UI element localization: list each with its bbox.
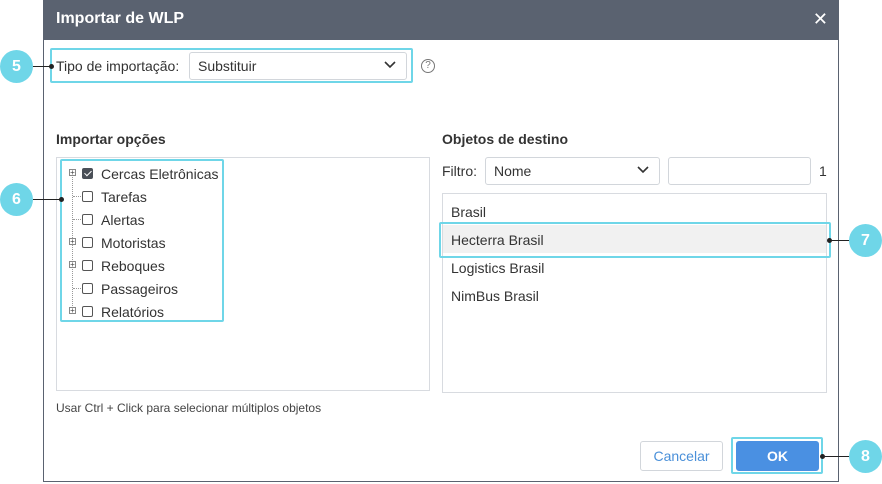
callout-7-connector — [829, 240, 849, 241]
tree-item-label: Tarefas — [101, 189, 147, 205]
tree-item-checkbox[interactable] — [82, 306, 93, 317]
tree-item[interactable]: + Reboques — [57, 256, 357, 276]
tree-item[interactable]: Tarefas — [57, 187, 357, 207]
tree-item[interactable]: + Cercas Eletrônicas — [57, 164, 357, 184]
destination-object-item[interactable]: Brasil — [443, 197, 826, 225]
ok-button[interactable]: OK — [736, 441, 819, 471]
filter-field-select[interactable]: Nome — [485, 157, 660, 185]
tree-item-label: Alertas — [101, 212, 145, 228]
tree-item-checkbox[interactable] — [82, 283, 93, 294]
help-icon[interactable]: ? — [421, 59, 435, 73]
callout-8-connector — [822, 456, 849, 457]
callout-7-dot — [827, 238, 832, 243]
expand-plus-icon[interactable]: + — [69, 169, 76, 177]
tree-item-label: Reboques — [101, 258, 165, 274]
destination-object-item[interactable]: NimBus Brasil — [443, 281, 826, 309]
expand-plus-icon[interactable]: + — [69, 307, 76, 315]
tree-item-checkbox[interactable] — [82, 237, 93, 248]
tree-item-label: Motoristas — [101, 235, 166, 251]
destination-heading: Objetos de destino — [442, 131, 569, 147]
options-tree-panel: + Cercas Eletrônicas Tarefas Alertas + Motori… — [56, 157, 430, 391]
dialog-titlebar: Importar de WLP ✕ — [44, 0, 838, 40]
tree-item-label: Relatórios — [101, 304, 165, 320]
tree-item-label: Passageiros — [101, 281, 179, 297]
objects-count: 1 — [819, 163, 827, 179]
tree-item-checkbox[interactable] — [82, 191, 93, 202]
filter-input[interactable] — [668, 157, 811, 185]
tree-item[interactable]: Passageiros — [57, 279, 357, 299]
destination-object-item[interactable]: Logistics Brasil — [443, 253, 826, 281]
tree-item-checkbox[interactable] — [82, 260, 93, 271]
tree-item-checkbox[interactable] — [82, 214, 93, 225]
close-icon[interactable]: ✕ — [813, 9, 828, 29]
tree-branch-line — [73, 219, 81, 220]
tree-item-checkbox[interactable] — [82, 168, 93, 179]
tree-item[interactable]: + Motoristas — [57, 233, 357, 253]
multi-select-hint: Usar Ctrl + Click para selecionar múltip… — [56, 401, 322, 415]
import-type-select[interactable]: Substituir — [189, 52, 407, 80]
callout-6-connector — [33, 199, 61, 200]
callout-6-dot — [59, 197, 64, 202]
filter-field-value: Nome — [494, 163, 532, 179]
callout-badge-6: 6 — [0, 183, 33, 216]
destination-object-item[interactable]: Hecterra Brasil — [443, 225, 826, 253]
tree-item-label: Cercas Eletrônicas — [101, 166, 219, 182]
import-type-value: Substituir — [198, 58, 257, 74]
cancel-button[interactable]: Cancelar — [640, 441, 723, 471]
callout-5-dot — [49, 64, 54, 69]
callout-badge-7: 7 — [849, 224, 882, 257]
import-type-label: Tipo de importação: — [56, 58, 180, 74]
chevron-down-icon — [637, 166, 649, 174]
tree-item[interactable]: + Relatórios — [57, 302, 357, 322]
expand-plus-icon[interactable]: + — [69, 261, 76, 269]
filter-label: Filtro: — [442, 163, 477, 179]
callout-badge-8: 8 — [849, 440, 882, 473]
tree-branch-line — [73, 196, 81, 197]
callout-8-dot — [820, 454, 825, 459]
options-heading: Importar opções — [56, 131, 166, 147]
dialog-title: Importar de WLP — [56, 10, 185, 27]
chevron-down-icon — [384, 61, 396, 69]
tree-item[interactable]: Alertas — [57, 210, 357, 230]
expand-plus-icon[interactable]: + — [69, 238, 76, 246]
destination-objects-list: Brasil Hecterra Brasil Logistics Brasil Nim… — [442, 193, 827, 393]
tree-branch-line — [73, 288, 81, 289]
callout-badge-5: 5 — [0, 50, 33, 83]
